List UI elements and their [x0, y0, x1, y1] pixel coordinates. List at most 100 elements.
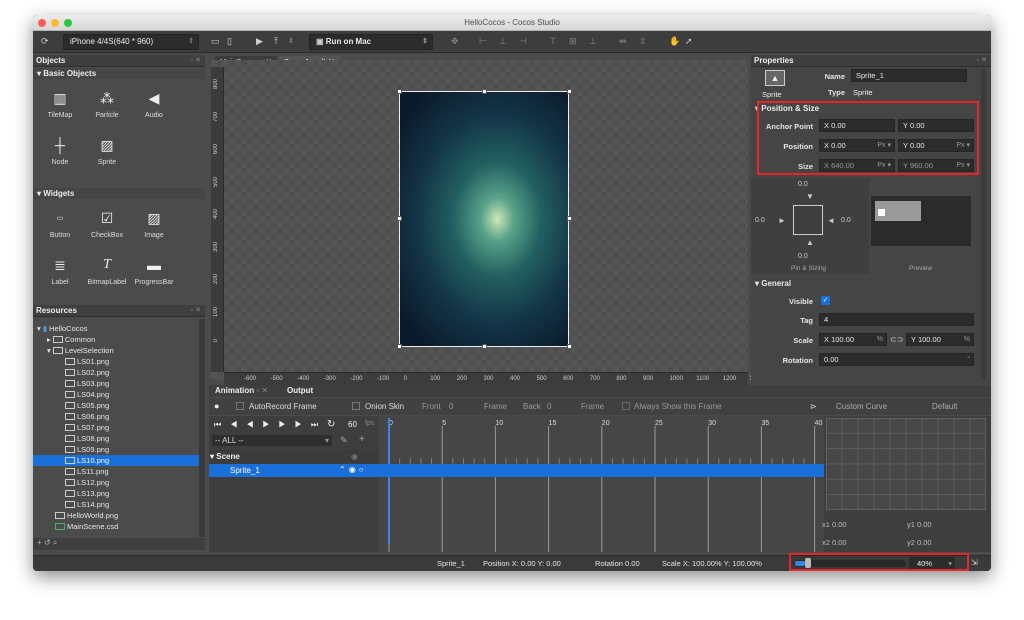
- resize-handle[interactable]: [482, 344, 487, 349]
- curve-play-icon[interactable]: ⊳: [810, 402, 817, 411]
- widget-label[interactable]: ≣ Label: [35, 254, 85, 287]
- tree-item-file[interactable]: LS12.png: [65, 477, 109, 488]
- add-icon[interactable]: +: [359, 434, 365, 445]
- align-left-icon[interactable]: ⊢: [479, 35, 487, 48]
- align-right-icon[interactable]: ⊣: [519, 35, 527, 48]
- next-frame-icon[interactable]: ▶▶: [279, 420, 311, 429]
- last-frame-icon[interactable]: ⏭: [311, 420, 327, 429]
- scale-x-field[interactable]: X 100.00%: [819, 333, 887, 346]
- resize-handle[interactable]: [567, 216, 572, 221]
- panel-close-icon[interactable]: ▫ ✕: [256, 386, 268, 395]
- run-target-select[interactable]: ▣ Run on Mac ⇕: [309, 34, 433, 50]
- visible-checkbox[interactable]: ✓: [821, 296, 830, 305]
- properties-scrollbar[interactable]: [981, 69, 986, 379]
- curve-y1[interactable]: y1 0.00: [907, 520, 932, 529]
- playhead[interactable]: [388, 418, 390, 544]
- object-particle[interactable]: ⁂ Particle: [82, 87, 132, 120]
- resize-handle[interactable]: [397, 216, 402, 221]
- tree-item-file-selected[interactable]: LS10.png: [65, 455, 109, 466]
- sprite-1-on-canvas[interactable]: [399, 91, 569, 347]
- visibility-eye-icon[interactable]: ◉: [349, 465, 359, 474]
- pin-left-value[interactable]: 0.0: [755, 217, 765, 224]
- basic-objects-section[interactable]: ▾ Basic Objects: [33, 68, 205, 79]
- always-show-checkbox[interactable]: [622, 402, 630, 410]
- widgets-section[interactable]: ▾ Widgets: [33, 188, 205, 199]
- onion-skin-checkbox[interactable]: [352, 402, 360, 410]
- rotate-device-icon[interactable]: ⟳: [41, 35, 49, 48]
- tree-item-file[interactable]: LS01.png: [65, 356, 109, 367]
- panel-close-icon[interactable]: ▫ ✕: [977, 55, 987, 67]
- resources-scrollbar[interactable]: [199, 319, 205, 537]
- object-node[interactable]: ┼ Node: [35, 134, 85, 166]
- landscape-icon[interactable]: ▭: [211, 35, 220, 48]
- panel-close-icon[interactable]: ▫ ✕: [191, 305, 201, 317]
- tree-item-file[interactable]: LS04.png: [65, 389, 109, 400]
- publish-options-icon[interactable]: ⇕: [288, 35, 294, 48]
- pin-right-arrow-icon[interactable]: ◄: [827, 216, 835, 225]
- tree-item-hellococos[interactable]: ▾ ▮ HelloCocos: [37, 323, 87, 334]
- record-icon[interactable]: ●: [214, 401, 219, 411]
- widget-image[interactable]: ▨ Image: [129, 207, 179, 240]
- tag-field[interactable]: 4: [819, 313, 974, 326]
- first-frame-icon[interactable]: ⏮: [214, 420, 230, 429]
- object-sprite[interactable]: ▨ Sprite: [82, 134, 132, 167]
- tree-item-file[interactable]: MainScene.csd: [55, 521, 118, 532]
- widget-checkbox[interactable]: ☑ CheckBox: [82, 207, 132, 240]
- fps-value[interactable]: 60: [348, 420, 357, 429]
- widget-button[interactable]: ▭ Button: [35, 207, 85, 239]
- portrait-icon[interactable]: ▯: [227, 35, 232, 48]
- widget-progressbar[interactable]: ▬ ProgressBar: [129, 254, 179, 286]
- device-select[interactable]: iPhone 4/4S(640 * 960) ⇕: [63, 34, 199, 50]
- resize-handle[interactable]: [482, 89, 487, 94]
- general-section[interactable]: ▾ General: [751, 278, 991, 289]
- tree-item-file[interactable]: LS07.png: [65, 422, 109, 433]
- prev-frame-icon[interactable]: ◀◀: [230, 420, 262, 429]
- curve-x1[interactable]: x1 0.00: [822, 520, 847, 529]
- pin-right-value[interactable]: 0.0: [841, 217, 851, 224]
- align-top-icon[interactable]: ⊤: [549, 35, 557, 48]
- tree-item-file[interactable]: LS02.png: [65, 367, 109, 378]
- front-value[interactable]: 0: [449, 402, 453, 411]
- pin-left-arrow-icon[interactable]: ►: [778, 216, 786, 225]
- loop-icon[interactable]: ↻: [327, 419, 335, 430]
- add-icon[interactable]: +: [37, 538, 42, 547]
- rotation-field[interactable]: 0.00 °: [819, 353, 974, 366]
- publish-icon[interactable]: ⤒: [274, 35, 278, 48]
- align-center-icon[interactable]: ⊥: [499, 35, 507, 48]
- object-audio[interactable]: ◀ Audio: [129, 87, 179, 120]
- name-field[interactable]: Sprite_1: [851, 69, 967, 82]
- tree-item-file[interactable]: LS08.png: [65, 433, 109, 444]
- move-tool-icon[interactable]: ✥: [451, 35, 459, 48]
- panel-close-icon[interactable]: ▫ ✕: [191, 55, 201, 67]
- align-middle-icon[interactable]: ⊞: [569, 35, 577, 48]
- search-icon[interactable]: ⌕: [53, 538, 57, 547]
- tab-output[interactable]: Output: [287, 386, 313, 395]
- widget-bitmaplabel[interactable]: T BitmapLabel: [82, 254, 132, 286]
- play-animation-icon[interactable]: ▶: [262, 420, 278, 429]
- tree-item-levelselection[interactable]: ▾ LevelSelection: [47, 345, 114, 356]
- object-tilemap[interactable]: ▥ TileMap: [35, 87, 85, 120]
- node-filter-select[interactable]: -- ALL -- ▾: [212, 435, 332, 446]
- resize-handle[interactable]: [397, 344, 402, 349]
- curve-grid[interactable]: [826, 418, 986, 510]
- resize-handle[interactable]: [567, 344, 572, 349]
- lock-chevron-icon[interactable]: ⌃: [339, 465, 349, 474]
- play-icon[interactable]: ▶: [256, 35, 263, 48]
- actual-size-icon[interactable]: ⇲: [971, 558, 978, 567]
- hand-tool-icon[interactable]: ✋: [669, 35, 680, 48]
- pin-top-arrow-icon[interactable]: ▼: [806, 192, 814, 201]
- sprite-1-track[interactable]: [379, 464, 824, 477]
- default-curve-label[interactable]: Default: [932, 402, 957, 411]
- link-scale-icon[interactable]: ⊂⊃: [890, 335, 903, 344]
- pin-bottom-arrow-icon[interactable]: ▲: [806, 238, 814, 247]
- edit-icon[interactable]: ✎: [340, 435, 348, 446]
- visibility-eye-icon[interactable]: ◉: [351, 452, 358, 461]
- tree-item-file[interactable]: LS03.png: [65, 378, 109, 389]
- tree-item-file[interactable]: LS06.png: [65, 411, 109, 422]
- refresh-icon[interactable]: ↺: [44, 538, 51, 547]
- tree-item-file[interactable]: LS14.png: [65, 499, 109, 510]
- tree-item-common[interactable]: ▸ Common: [47, 334, 95, 345]
- tree-item-file[interactable]: LS05.png: [65, 400, 109, 411]
- tree-item-file[interactable]: HelloWorld.png: [55, 510, 118, 521]
- autorecord-checkbox[interactable]: [236, 402, 244, 410]
